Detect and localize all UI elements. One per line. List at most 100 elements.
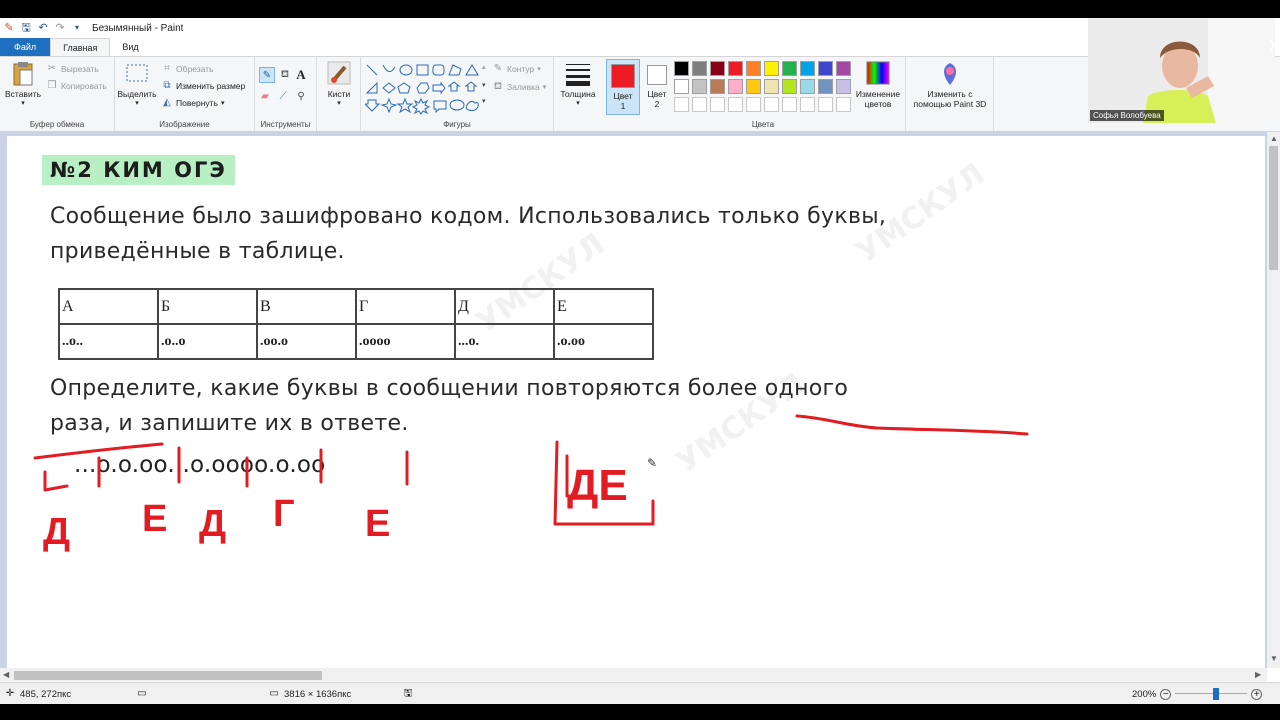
zoom-slider[interactable]: [1175, 688, 1248, 700]
palette-swatch[interactable]: [692, 61, 707, 76]
scroll-up-icon[interactable]: ▲: [1270, 134, 1278, 143]
size-button[interactable]: Толщина ▾: [558, 61, 598, 109]
palette-swatch[interactable]: [800, 79, 815, 94]
shapes-scroll-down-icon[interactable]: ▾: [482, 81, 486, 89]
crop-label: Обрезать: [176, 64, 214, 74]
cut-button[interactable]: ✂ Вырезать: [46, 63, 99, 75]
tab-view[interactable]: Вид: [110, 38, 150, 56]
palette-swatch[interactable]: [800, 61, 815, 76]
rotate-button[interactable]: ◭ Повернуть ▾: [161, 97, 224, 109]
edit-colors-label: Изменение цветов: [855, 89, 901, 109]
palette-swatch[interactable]: [818, 61, 833, 76]
scroll-right-icon[interactable]: ▶: [1255, 670, 1261, 679]
pencil-icon[interactable]: ✎: [259, 67, 275, 83]
brushes-group: Кисти ▾: [317, 57, 361, 131]
save-icon[interactable]: 🖫: [19, 21, 33, 35]
brushes-label: Кисти: [327, 89, 351, 99]
palette-empty-swatch[interactable]: [746, 97, 761, 112]
palette-empty-swatch[interactable]: [674, 97, 689, 112]
resize-label: Изменить размер: [176, 81, 246, 91]
crop-button[interactable]: ⌗ Обрезать: [161, 63, 214, 75]
redo-icon[interactable]: ↷: [53, 21, 67, 35]
customize-qa-icon[interactable]: ▾: [70, 21, 84, 35]
select-icon: [126, 64, 148, 82]
zoom-out-icon[interactable]: −: [1160, 688, 1172, 700]
horizontal-scrollbar[interactable]: ◀ ▶: [0, 668, 1267, 682]
handwritten-letter: Е: [142, 498, 167, 540]
select-button[interactable]: Выделить ▾: [117, 61, 157, 109]
palette-swatch[interactable]: [764, 79, 779, 94]
tab-file[interactable]: Файл: [0, 38, 51, 56]
eraser-icon[interactable]: ▰: [259, 91, 271, 103]
color2-button[interactable]: Цвет 2: [640, 59, 674, 115]
resize-button[interactable]: ⧉ Изменить размер: [161, 80, 245, 92]
shapes-scroll-up-icon[interactable]: ▴: [482, 63, 486, 71]
scroll-down-icon[interactable]: ▼: [1270, 654, 1278, 663]
palette-swatch[interactable]: [746, 61, 761, 76]
palette-swatch[interactable]: [728, 79, 743, 94]
fill-button[interactable]: ⛾ Заливка ▾: [492, 81, 546, 93]
horizontal-scroll-thumb[interactable]: [14, 671, 322, 680]
palette-swatch[interactable]: [782, 79, 797, 94]
paste-button[interactable]: Вставить ▾: [4, 61, 42, 109]
vertical-scrollbar[interactable]: ▲ ▼: [1267, 132, 1280, 668]
scissors-icon: ✂: [47, 63, 57, 74]
palette-swatch[interactable]: [674, 61, 689, 76]
vertical-scroll-thumb[interactable]: [1269, 146, 1278, 270]
color-selectors: Цвет 1 Цвет 2: [604, 57, 674, 131]
select-dropdown-icon: ▾: [135, 100, 139, 107]
status-bar: ✛ 485, 272пкс ▭ ▭ 3816 × 1636пкс 🖫 200% − …: [0, 682, 1280, 704]
outline-label: Контур: [507, 64, 535, 74]
zoom-in-icon[interactable]: +: [1251, 688, 1263, 700]
text-icon[interactable]: A: [295, 68, 307, 81]
shapes-gallery[interactable]: [365, 63, 481, 115]
palette-empty-swatch[interactable]: [818, 97, 833, 112]
size-label: Толщина: [560, 89, 596, 99]
palette-swatch[interactable]: [728, 61, 743, 76]
brushes-dropdown-icon: ▾: [337, 100, 341, 107]
webcam-overlay: Софья Волобуева: [1088, 18, 1275, 123]
palette-swatch[interactable]: [836, 79, 851, 94]
palette-swatch[interactable]: [710, 61, 725, 76]
palette-swatch[interactable]: [782, 61, 797, 76]
zoom-slider-thumb[interactable]: [1213, 688, 1220, 700]
size-group: Толщина ▾: [554, 57, 602, 131]
palette-empty-swatch[interactable]: [728, 97, 743, 112]
image-size: ▭ 3816 × 1636пкс: [268, 688, 351, 700]
shapes-more-icon[interactable]: ▾: [482, 97, 486, 105]
palette-swatch[interactable]: [692, 79, 707, 94]
tab-home[interactable]: Главная: [50, 38, 111, 56]
expand-icon[interactable]: ❯: [1268, 40, 1276, 51]
outline-button[interactable]: ✎ Контур ▾: [492, 63, 541, 75]
paint3d-button[interactable]: Изменить с помощью Paint 3D: [908, 61, 992, 109]
color-picker-icon[interactable]: ⟋: [277, 91, 289, 103]
palette-empty-swatch[interactable]: [782, 97, 797, 112]
cursor-move-icon: ✛: [5, 688, 15, 699]
color1-label: Цвет 1: [613, 91, 633, 111]
palette-swatch[interactable]: [746, 79, 761, 94]
palette-swatch[interactable]: [818, 79, 833, 94]
brushes-button[interactable]: Кисти ▾: [320, 61, 358, 109]
colors-group: Изменение цветов Цвета: [674, 57, 906, 131]
palette-empty-swatch[interactable]: [764, 97, 779, 112]
paint3d-label: Изменить с помощью Paint 3D: [913, 89, 987, 109]
palette-empty-swatch[interactable]: [692, 97, 707, 112]
palette-empty-swatch[interactable]: [836, 97, 851, 112]
copy-button[interactable]: ❐ Копировать: [46, 80, 107, 92]
palette-empty-swatch[interactable]: [710, 97, 725, 112]
image-group: Выделить ▾ ⌗ Обрезать ⧉ Изменить размер ◭ П…: [115, 57, 255, 131]
scroll-left-icon[interactable]: ◀: [3, 670, 9, 679]
copy-icon: ❐: [47, 80, 57, 91]
fill-bucket-icon[interactable]: ⛾: [279, 69, 291, 81]
cursor-position: ✛ 485, 272пкс: [4, 688, 71, 700]
palette-swatch[interactable]: [710, 79, 725, 94]
edit-colors-button[interactable]: Изменение цветов: [852, 61, 904, 109]
magnifier-icon[interactable]: ⚲: [295, 91, 307, 103]
palette-swatch[interactable]: [764, 61, 779, 76]
drawing-canvas[interactable]: УМСКУЛ УМСКУЛ УМСКУЛ №2 КИМ ОГЭ Сообщени…: [7, 136, 1265, 668]
palette-swatch[interactable]: [674, 79, 689, 94]
palette-swatch[interactable]: [836, 61, 851, 76]
palette-empty-swatch[interactable]: [800, 97, 815, 112]
undo-icon[interactable]: ↶: [36, 21, 50, 35]
color1-button[interactable]: Цвет 1: [606, 59, 640, 115]
